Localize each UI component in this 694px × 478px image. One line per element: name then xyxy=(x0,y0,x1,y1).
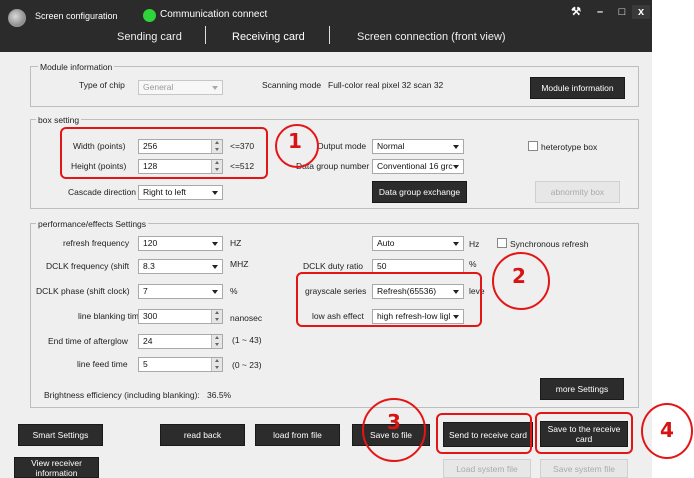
tab-divider xyxy=(329,26,330,44)
annotation-box-3 xyxy=(436,413,532,454)
refresh-frequency-select[interactable]: 120 xyxy=(138,236,223,251)
refresh-frequency-value: 120 xyxy=(143,238,158,248)
more-settings-button[interactable]: more Settings xyxy=(540,378,624,400)
dclk-phase-select[interactable]: 7 xyxy=(138,284,223,299)
dclk-frequency-value: 8.3 xyxy=(143,261,155,271)
line-blanking-value: 300 xyxy=(143,311,158,321)
annotation-box-1 xyxy=(60,127,268,179)
refresh-unit: HZ xyxy=(230,238,242,248)
output-mode-value: Normal xyxy=(377,141,405,151)
data-group-exchange-button[interactable]: Data group exchange xyxy=(372,181,467,203)
tab-divider xyxy=(205,26,206,44)
chip-type-value: General xyxy=(143,82,174,92)
minimize-button[interactable]: – xyxy=(590,5,610,19)
smart-settings-button[interactable]: Smart Settings xyxy=(18,424,103,446)
annotation-number-2: 2 xyxy=(512,264,526,288)
title-bar xyxy=(0,0,652,52)
afterglow-value: 24 xyxy=(143,336,153,346)
annotation-number-1: 1 xyxy=(288,129,302,153)
annotation-box-2 xyxy=(296,272,482,327)
box-panel-title: box setting xyxy=(36,115,82,125)
output-mode-label: Output mode xyxy=(317,141,367,151)
afterglow-spinner[interactable] xyxy=(211,335,222,348)
dclk-duty-unit: % xyxy=(469,259,477,269)
dclk-frequency-label: DCLK frequency (shift xyxy=(46,261,130,271)
dclk-duty-value: 50 xyxy=(377,261,387,271)
line-feed-value: 5 xyxy=(143,359,148,369)
data-group-select[interactable]: Conventional 16 grc xyxy=(372,159,464,174)
output-mode-select[interactable]: Normal xyxy=(372,139,464,154)
settings-icon[interactable]: ⚒ xyxy=(566,5,586,19)
dclk-phase-unit: % xyxy=(230,286,238,296)
line-blanking-unit: nanosec xyxy=(230,313,263,323)
chevron-down-icon xyxy=(450,238,462,249)
chevron-down-icon xyxy=(209,82,221,93)
line-blanking-spinner[interactable] xyxy=(211,310,222,323)
data-group-value: Conventional 16 grc xyxy=(377,161,453,171)
dclk-frequency-select[interactable]: 8.3 xyxy=(138,259,223,274)
app-logo-icon xyxy=(8,9,26,27)
abnormity-box-button[interactable]: abnormity box xyxy=(535,181,620,203)
annotation-number-4: 4 xyxy=(660,418,674,442)
auto-unit: Hz xyxy=(469,239,480,249)
chip-type-select: General xyxy=(138,80,223,95)
dclk-duty-label: DCLK duty ratio xyxy=(303,261,363,271)
brightness-efficiency-value: 36.5% xyxy=(207,390,232,400)
scanning-mode-value: Full-color real pixel 32 scan 32 xyxy=(328,80,444,90)
auto-value: Auto xyxy=(377,238,395,248)
module-panel-title: Module information xyxy=(38,62,115,72)
auto-select[interactable]: Auto xyxy=(372,236,464,251)
heterotype-checkbox[interactable] xyxy=(528,141,538,151)
cascade-direction-label: Cascade direction xyxy=(68,187,137,197)
dclk-frequency-unit: MHZ xyxy=(230,259,249,269)
chevron-down-icon xyxy=(209,286,221,297)
synchronous-refresh-label: Synchronous refresh xyxy=(510,239,589,249)
module-information-button[interactable]: Module information xyxy=(530,77,625,99)
line-feed-spinner[interactable] xyxy=(211,358,222,371)
read-back-button[interactable]: read back xyxy=(160,424,245,446)
line-feed-input[interactable]: 5 xyxy=(138,357,223,372)
tab-screen-connection[interactable]: Screen connection (front view) xyxy=(357,31,506,43)
cascade-direction-value: Right to left xyxy=(143,187,186,197)
load-from-file-button[interactable]: load from file xyxy=(255,424,340,446)
afterglow-range: (1 ~ 43) xyxy=(232,335,262,345)
tab-sending-card[interactable]: Sending card xyxy=(117,31,182,43)
maximize-button[interactable]: □ xyxy=(612,5,632,19)
connection-status-text: Communication connect xyxy=(160,9,268,20)
dclk-phase-label: DCLK phase (shift clock) xyxy=(36,286,130,296)
chevron-down-icon xyxy=(450,141,462,152)
dclk-phase-value: 7 xyxy=(143,286,148,296)
line-blanking-input[interactable]: 300 xyxy=(138,309,223,324)
performance-panel-title: performance/effects Settings xyxy=(36,219,149,229)
refresh-frequency-label: refresh frequency xyxy=(63,238,130,248)
heterotype-label: heterotype box xyxy=(541,142,598,152)
line-feed-label: line feed time xyxy=(77,359,128,369)
chip-type-label: Type of chip xyxy=(79,80,125,90)
cascade-direction-select[interactable]: Right to left xyxy=(138,185,223,200)
line-blanking-label: line blanking time xyxy=(78,311,144,321)
afterglow-label: End time of afterglow xyxy=(48,336,128,346)
connection-status-icon xyxy=(143,9,156,22)
close-button[interactable]: x xyxy=(632,5,650,19)
chevron-down-icon xyxy=(450,161,462,172)
line-feed-range: (0 ~ 23) xyxy=(232,360,262,370)
annotation-box-4 xyxy=(535,412,633,454)
chevron-down-icon xyxy=(209,238,221,249)
brightness-efficiency-label: Brightness efficiency (including blankin… xyxy=(44,390,200,400)
afterglow-input[interactable]: 24 xyxy=(138,334,223,349)
chevron-down-icon xyxy=(209,187,221,198)
synchronous-refresh-checkbox[interactable] xyxy=(497,238,507,248)
annotation-number-3: 3 xyxy=(387,410,401,434)
scanning-mode-label: Scanning mode xyxy=(262,80,322,90)
chevron-down-icon xyxy=(209,261,221,272)
save-system-file-button[interactable]: Save system file xyxy=(540,459,628,478)
app-title: Screen configuration xyxy=(35,11,118,21)
load-system-file-button[interactable]: Load system file xyxy=(443,459,531,478)
view-receiver-information-button[interactable]: View receiver information xyxy=(14,457,99,478)
tab-receiving-card[interactable]: Receiving card xyxy=(232,31,305,43)
